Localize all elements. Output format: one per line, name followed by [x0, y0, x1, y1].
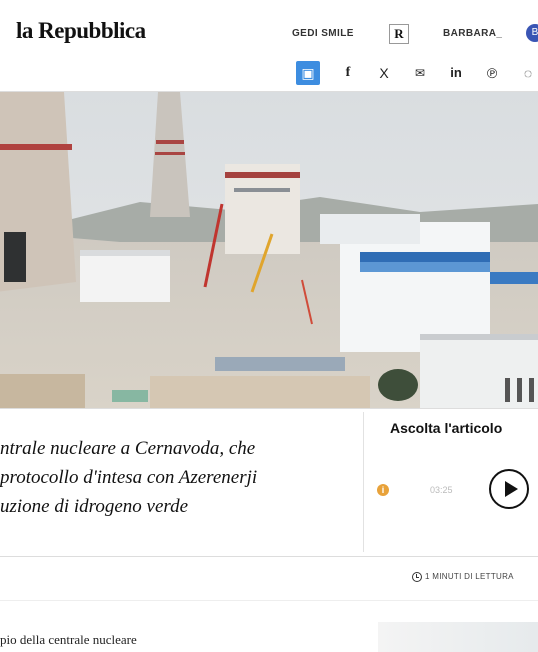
linkedin-icon[interactable]: in	[444, 61, 468, 85]
audio-divider	[363, 412, 364, 552]
photo-caption: pio della centrale nucleare	[0, 632, 137, 647]
hero-photo	[0, 92, 538, 408]
whatsapp-icon[interactable]: ◌	[516, 61, 538, 85]
info-icon[interactable]: i	[377, 484, 389, 496]
title-line-3: uzione di idrogeno verde	[0, 496, 189, 517]
user-name[interactable]: BARBARA_	[443, 28, 502, 39]
read-time: 1 MINUTI DI LETTURA	[412, 572, 514, 582]
caption-thumbnail	[378, 622, 538, 652]
x-icon[interactable]: X	[372, 61, 396, 85]
article-title: ntrale nucleare a Cernavoda, che protoco…	[0, 434, 350, 521]
comment-icon[interactable]: ▣	[296, 61, 320, 85]
play-button[interactable]	[489, 469, 529, 509]
title-line-2: protocollo d'intesa con Azerenerji	[0, 467, 258, 488]
read-time-label: 1 MINUTI DI LETTURA	[425, 572, 514, 582]
clock-icon	[412, 572, 422, 582]
title-line-1: ntrale nucleare a Cernavoda, che	[0, 438, 256, 459]
content-divider	[0, 556, 538, 557]
hero-divider	[0, 408, 538, 409]
listen-label: Ascolta l'articolo	[390, 420, 503, 436]
rep-badge[interactable]: R	[389, 24, 409, 44]
meta-divider	[0, 600, 538, 601]
gedi-smile-link[interactable]: GEDI SMILE	[292, 28, 354, 39]
site-logo[interactable]: la Repubblica	[16, 18, 146, 44]
avatar[interactable]: B	[526, 24, 538, 42]
facebook-icon[interactable]: f	[336, 61, 360, 85]
audio-duration: 03:25	[430, 485, 453, 495]
email-icon[interactable]: ✉	[408, 61, 432, 85]
pinterest-icon[interactable]: ℗	[480, 61, 504, 85]
site-header: la Repubblica GEDI SMILE R BARBARA_ B ▣ …	[0, 0, 538, 92]
